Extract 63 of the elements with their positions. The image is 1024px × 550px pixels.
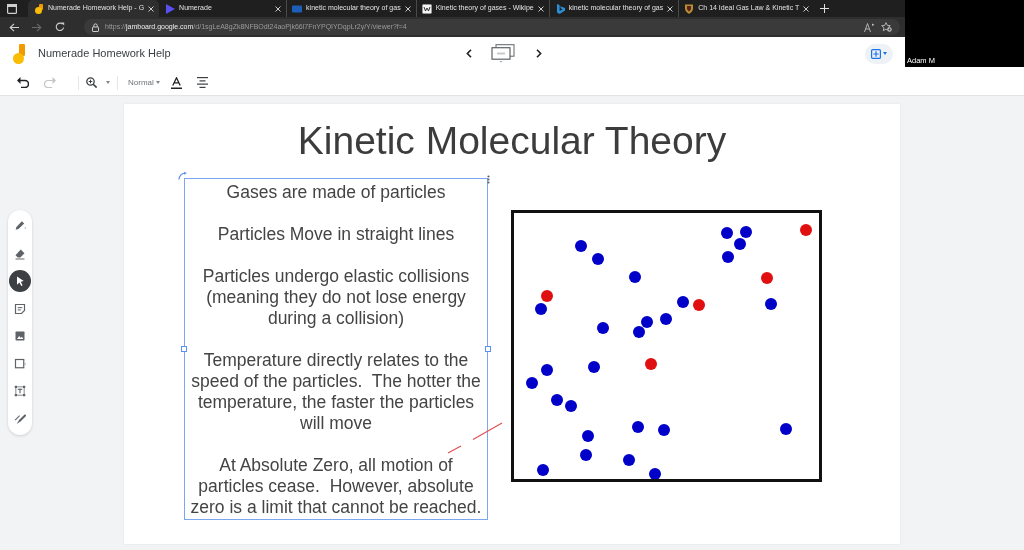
undo-button[interactable] bbox=[17, 77, 29, 88]
read-aloud-icon[interactable] bbox=[864, 22, 875, 32]
favorites-icon[interactable] bbox=[881, 22, 892, 32]
next-frame-button[interactable] bbox=[536, 49, 542, 58]
text-box[interactable] bbox=[184, 178, 488, 520]
ribbon-favicon-icon bbox=[554, 3, 565, 14]
text-style-dropdown[interactable]: Normal bbox=[128, 76, 160, 89]
close-icon[interactable] bbox=[148, 5, 155, 12]
square-icon bbox=[14, 357, 26, 370]
more-icon[interactable] bbox=[486, 175, 490, 184]
resize-handle[interactable] bbox=[181, 346, 187, 352]
tab-actions-icon[interactable] bbox=[7, 3, 17, 14]
back-icon[interactable] bbox=[9, 22, 19, 32]
redo-icon bbox=[44, 77, 56, 88]
triangle-favicon-icon bbox=[165, 3, 176, 14]
chevron-left-icon bbox=[466, 49, 472, 58]
rotate-handle-icon[interactable] bbox=[178, 172, 187, 180]
plus-icon[interactable] bbox=[820, 4, 830, 13]
undo-icon bbox=[17, 77, 29, 88]
pen-icon bbox=[14, 220, 26, 232]
zoom-icon bbox=[86, 77, 97, 88]
refresh-icon[interactable] bbox=[55, 22, 65, 32]
laser-pointer-icon bbox=[14, 412, 26, 425]
align-center-icon bbox=[196, 77, 208, 88]
cursor-arrow-icon bbox=[14, 275, 26, 287]
app-logo-icon bbox=[13, 43, 25, 64]
text-paragraph: Particles Move in straight lines bbox=[216, 224, 456, 245]
board-title: Numerade Homework Help bbox=[38, 46, 171, 62]
sticky-note-icon bbox=[14, 302, 26, 315]
close-icon[interactable] bbox=[275, 5, 282, 12]
caret-icon bbox=[883, 52, 887, 55]
frames-icon[interactable] bbox=[491, 44, 515, 63]
favicon-icon bbox=[292, 3, 303, 14]
close-icon[interactable] bbox=[537, 5, 544, 12]
favicon-icon bbox=[34, 3, 44, 14]
add-frame-button[interactable] bbox=[865, 43, 893, 64]
tile-favicon-icon bbox=[421, 3, 432, 14]
pen-stroke bbox=[447, 422, 503, 454]
previous-frame-button[interactable] bbox=[466, 49, 472, 58]
forward-icon[interactable] bbox=[32, 22, 42, 32]
shield-icon bbox=[684, 3, 695, 14]
zoom-button[interactable] bbox=[86, 77, 110, 88]
chevron-right-icon bbox=[536, 49, 542, 58]
close-icon[interactable] bbox=[667, 5, 674, 12]
select-tool-button[interactable] bbox=[9, 270, 31, 292]
text-color-icon bbox=[170, 76, 182, 89]
lock-icon bbox=[92, 22, 99, 32]
close-icon[interactable] bbox=[404, 5, 411, 12]
eraser-icon bbox=[14, 247, 26, 260]
caret-icon bbox=[155, 81, 160, 84]
caret-icon bbox=[106, 81, 110, 84]
text-paragraph: At Absolute Zero, all motion of particles cease. However, absolute zero is a limit that cannot be reached. bbox=[189, 455, 483, 518]
text-color-button[interactable] bbox=[170, 76, 182, 89]
resize-handle[interactable] bbox=[485, 346, 491, 352]
close-icon[interactable] bbox=[803, 5, 810, 12]
slide-title: Kinetic Molecular Theory bbox=[296, 118, 728, 164]
text-box-icon bbox=[14, 385, 26, 397]
text-align-button[interactable] bbox=[196, 77, 208, 88]
plus-box-icon bbox=[871, 48, 881, 59]
text-paragraph: Particles undergo elastic collisions (meaning they do not lose energy during a collision) bbox=[201, 266, 471, 329]
text-paragraph: Gases are made of particles bbox=[225, 182, 447, 203]
text-paragraph: Temperature directly relates to the speed of the particles. The hotter the temperature, the faster the particles will move bbox=[190, 350, 482, 434]
image-icon bbox=[14, 330, 26, 342]
